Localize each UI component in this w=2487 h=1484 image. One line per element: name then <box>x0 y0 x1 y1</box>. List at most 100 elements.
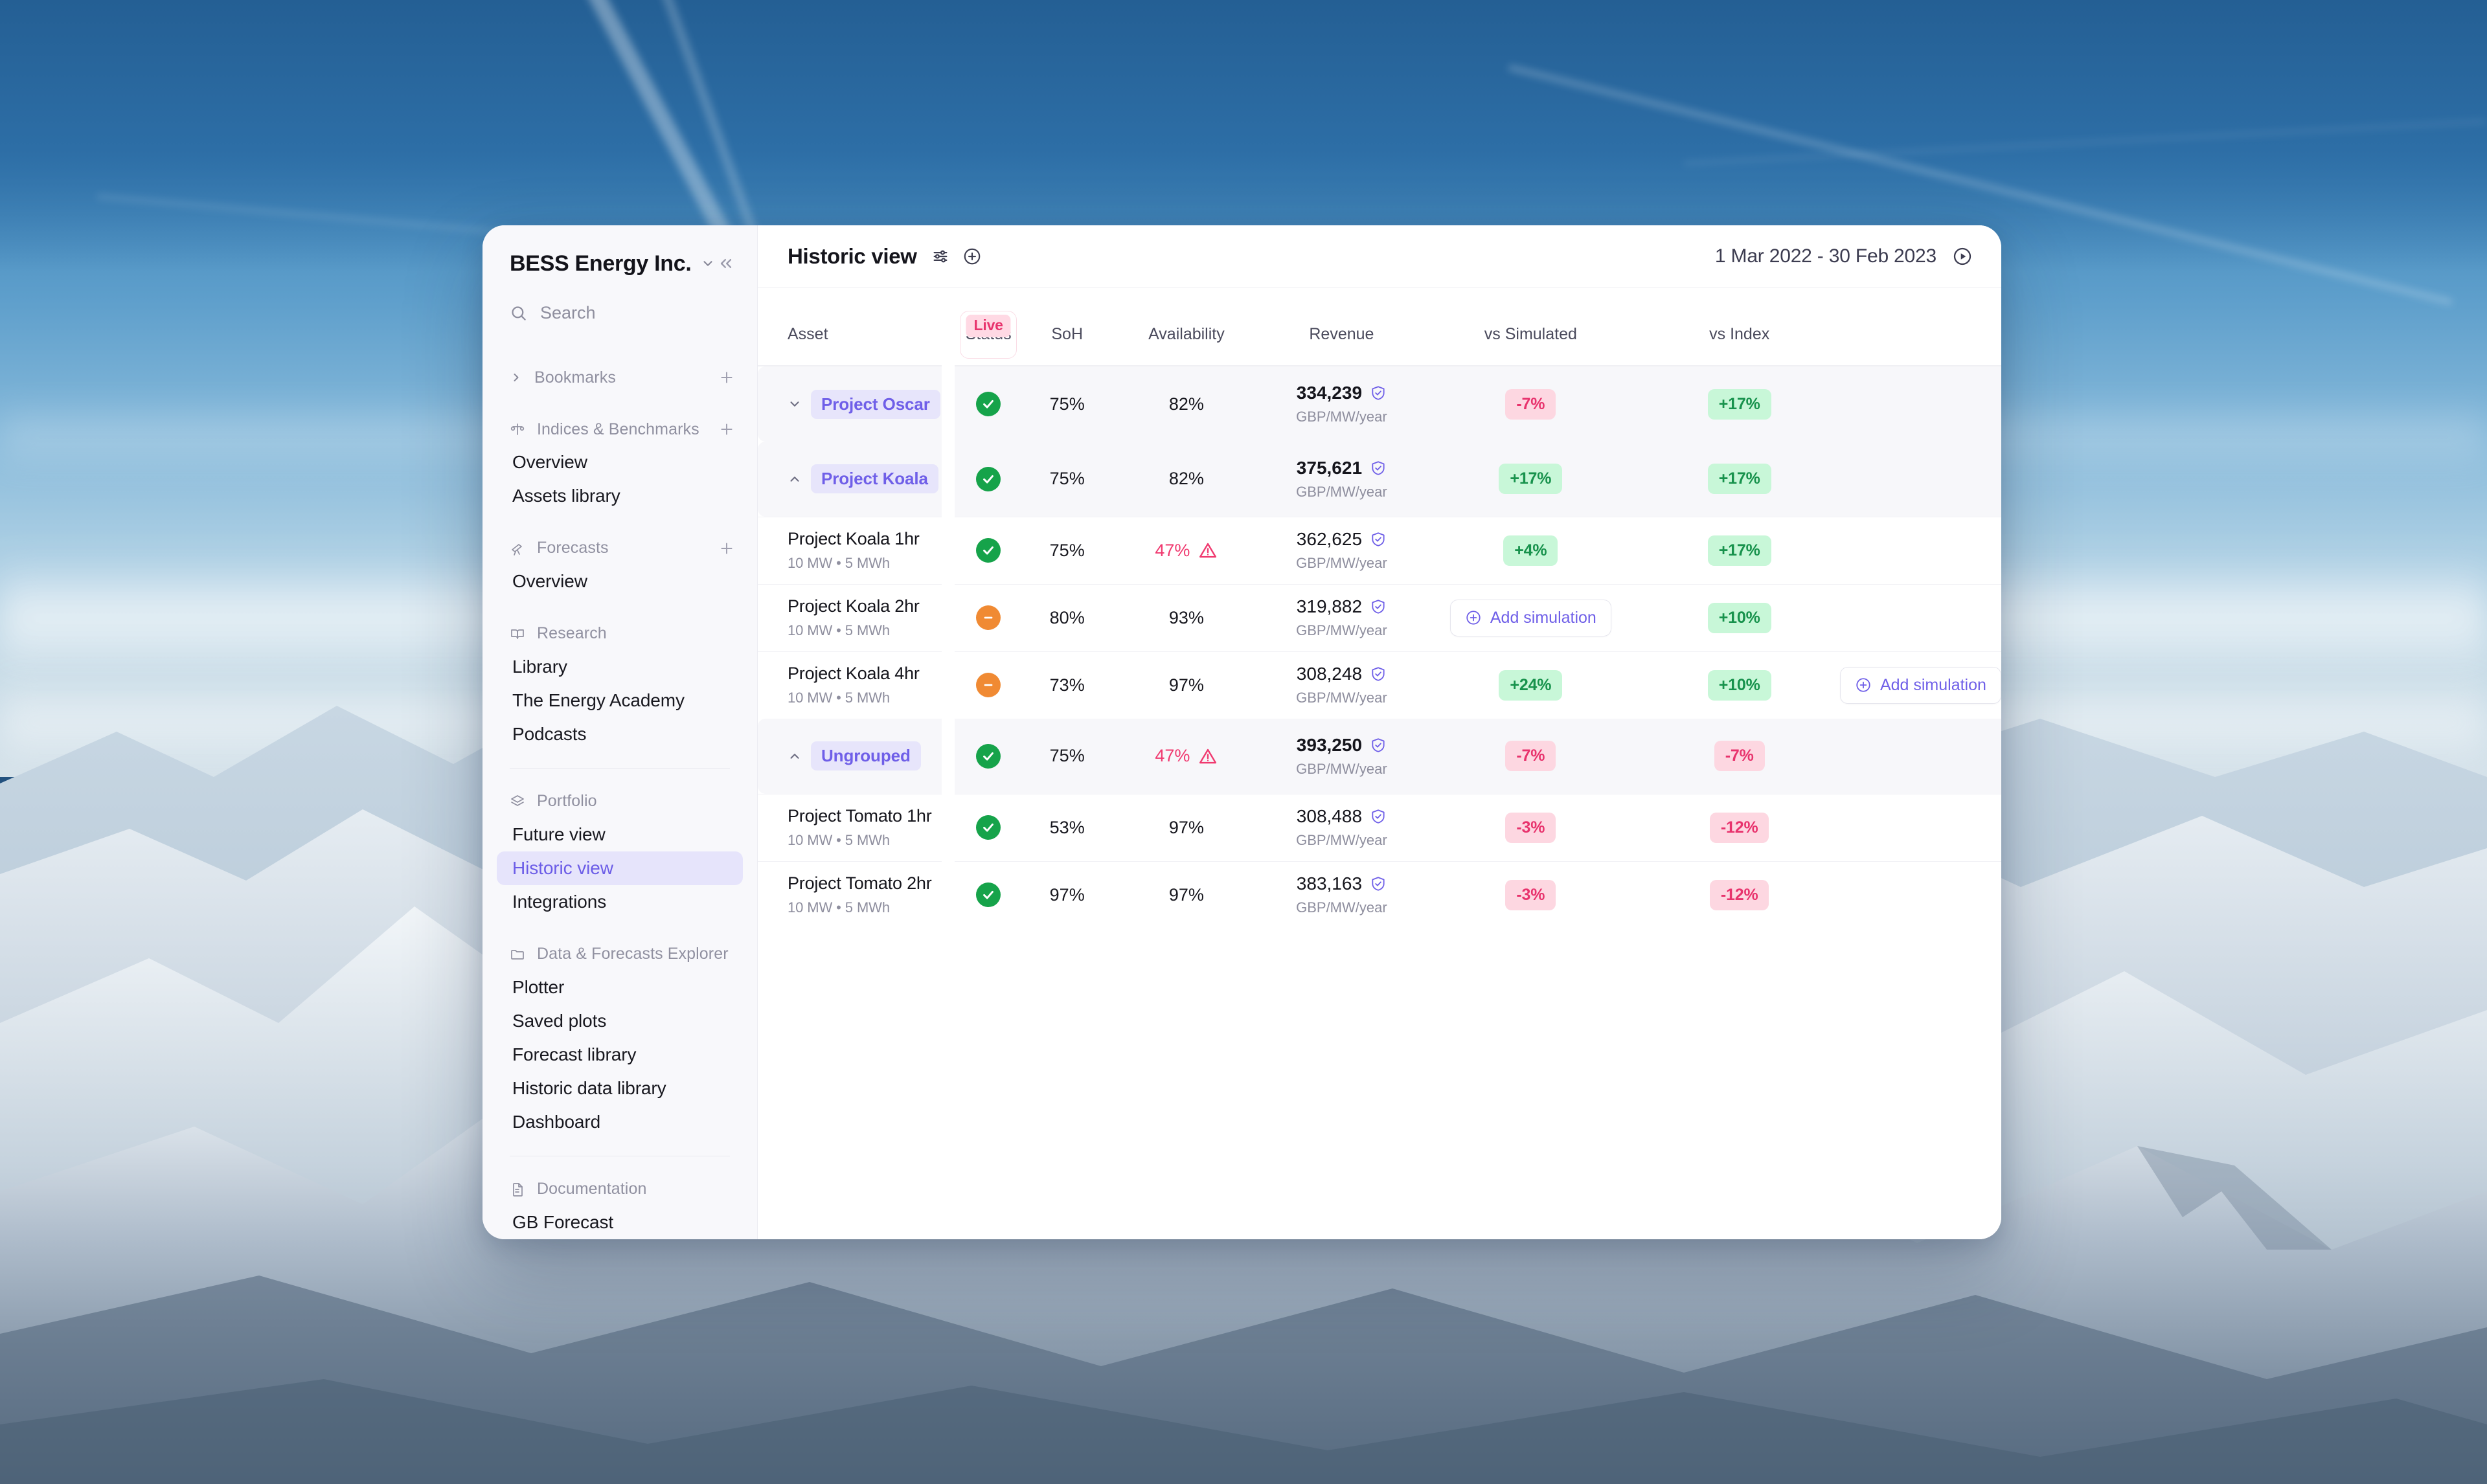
soh-cell: 53% <box>1022 793 1113 861</box>
group-name-pill[interactable]: Ungrouped <box>811 741 921 771</box>
availability-value: 93% <box>1168 607 1204 627</box>
assets-table-head: Asset Live Status SoH Availability Reven… <box>758 303 2001 366</box>
sidebar-section-label: Portfolio <box>537 792 597 811</box>
sidebar-section-bookmarks[interactable]: Bookmarks <box>483 361 757 394</box>
column-header-revenue[interactable]: Revenue <box>1261 303 1423 365</box>
plus-circle-icon[interactable] <box>962 247 982 266</box>
soh-cell: 75% <box>1022 366 1113 442</box>
sidebar-section-portfolio[interactable]: Portfolio <box>483 785 757 818</box>
sidebar-item-forecast-library[interactable]: Forecast library <box>497 1038 743 1072</box>
sidebar-item-assets-library[interactable]: Assets library <box>497 479 743 513</box>
sidebar-section-explorer[interactable]: Data & Forecasts Explorer <box>483 938 757 971</box>
column-gap <box>942 366 955 442</box>
add-bookmark-icon[interactable] <box>718 369 735 386</box>
date-range-picker[interactable]: 1 Mar 2022 - 30 Feb 2023 <box>1715 245 1973 267</box>
revenue-unit: GBP/MW/year <box>1296 760 1387 777</box>
add-forecast-icon[interactable] <box>718 540 735 557</box>
search-icon <box>510 304 527 322</box>
column-header-availability[interactable]: Availability <box>1112 303 1260 365</box>
sidebar-item-overview-forecasts[interactable]: Overview <box>497 565 743 598</box>
sidebar-item-future-view[interactable]: Future view <box>497 818 743 851</box>
sidebar-section-documentation[interactable]: Documentation <box>483 1173 757 1206</box>
column-header-vs-index[interactable]: vs Index <box>1639 303 1840 365</box>
metric-cell: -3% <box>1422 860 1639 928</box>
metric-cell: -7% <box>1422 719 1639 794</box>
sidebar-item-dashboard[interactable]: Dashboard <box>497 1105 743 1139</box>
add-simulation-button[interactable]: Add simulation <box>1839 666 2001 704</box>
status-ok-icon <box>976 815 1001 840</box>
delta-badge: +17% <box>1707 464 1771 495</box>
sidebar-item-integrations[interactable]: Integrations <box>497 885 743 919</box>
sidebar-item-overview-indices[interactable]: Overview <box>497 445 743 479</box>
sidebar: BESS Energy Inc. Search Bookmarks Indice… <box>483 225 758 1239</box>
chevron-down-icon[interactable] <box>788 397 802 411</box>
page-title: Historic view <box>788 243 917 268</box>
sidebar-item-gb-forecast[interactable]: GB Forecast <box>497 1206 743 1239</box>
org-switcher[interactable]: BESS Energy Inc. <box>483 249 757 279</box>
sidebar-item-saved-plots[interactable]: Saved plots <box>497 1004 743 1038</box>
availability-value: 82% <box>1168 394 1204 414</box>
soh-value: 97% <box>1049 884 1085 905</box>
delta-badge: -3% <box>1505 812 1556 843</box>
column-gap <box>942 861 955 928</box>
chevron-down-icon <box>701 256 715 271</box>
table-row[interactable]: Project Tomato 2hr 10 MW • 5 MWh 97% 97% 383… <box>758 860 2001 928</box>
column-gap <box>942 794 955 861</box>
table-row[interactable]: Project Koala 4hr 10 MW • 5 MWh 73% 97% 308,… <box>758 651 2001 719</box>
play-circle-icon[interactable] <box>1952 246 1973 267</box>
table-row[interactable]: Project Tomato 1hr 10 MW • 5 MWh 53% 97% 308… <box>758 793 2001 861</box>
table-row[interactable]: Project Koala 2hr 10 MW • 5 MWh 80% 93% 319,… <box>758 583 2001 651</box>
delta-badge: -7% <box>1505 388 1556 420</box>
metric-cell: -12% <box>1639 793 1840 861</box>
collapse-sidebar-icon[interactable] <box>717 254 735 273</box>
sidebar-section-forecasts[interactable]: Forecasts <box>483 532 757 565</box>
sidebar-item-the-energy-academy[interactable]: The Energy Academy <box>497 684 743 717</box>
sidebar-divider <box>510 767 730 769</box>
revenue-unit: GBP/MW/year <box>1296 409 1387 425</box>
table-row[interactable]: Project Oscar 75% 82% 334,239 GBP/MW/year -7%… <box>758 366 2001 442</box>
soh-value: 73% <box>1049 675 1085 695</box>
group-name-pill[interactable]: Project Oscar <box>811 389 940 419</box>
soh-cell: 80% <box>1022 583 1113 651</box>
plus-circle-icon <box>1855 677 1872 693</box>
sidebar-section-research[interactable]: Research <box>483 618 757 650</box>
revenue-value: 308,248 <box>1296 664 1363 684</box>
metric-cell: +17% <box>1422 442 1639 517</box>
delta-badge: +24% <box>1499 669 1563 701</box>
asset-name: Project Koala 2hr <box>788 596 920 616</box>
sidebar-section-indices[interactable]: Indices & Benchmarks <box>483 413 757 445</box>
search-input[interactable]: Search <box>483 296 757 331</box>
table-row[interactable]: Project Koala 1hr 10 MW • 5 MWh 75% 47% 362,… <box>758 516 2001 584</box>
status-cell <box>955 516 1023 584</box>
add-simulation-button[interactable]: Add simulation <box>1449 599 1611 636</box>
chevron-up-icon[interactable] <box>788 472 802 486</box>
metric-cell: +10% <box>1639 583 1840 651</box>
sidebar-item-historic-data-library[interactable]: Historic data library <box>497 1072 743 1105</box>
document-icon <box>510 1182 525 1197</box>
group-name-pill[interactable]: Project Koala <box>811 464 938 494</box>
revenue-cell: 334,239 GBP/MW/year <box>1260 366 1423 442</box>
add-index-icon[interactable] <box>718 421 735 438</box>
layers-icon <box>510 794 525 809</box>
column-header-status[interactable]: Live Status <box>955 303 1022 365</box>
assets-table-container: Asset Live Status SoH Availability Reven… <box>758 287 2001 1239</box>
sidebar-item-podcasts[interactable]: Podcasts <box>497 717 743 751</box>
sidebar-section-label: Documentation <box>537 1180 647 1198</box>
column-header-vs-simulated[interactable]: vs Simulated <box>1422 303 1639 365</box>
availability-value: 47% <box>1155 540 1190 560</box>
soh-value: 80% <box>1049 607 1085 627</box>
sidebar-item-library[interactable]: Library <box>497 650 743 684</box>
table-row[interactable]: Ungrouped 75% 47% 393,250 GBP/MW/year -7% -7% <box>758 719 2001 794</box>
chevron-up-icon[interactable] <box>788 749 802 763</box>
table-row[interactable]: Project Koala 75% 82% 375,621 GBP/MW/year +17… <box>758 442 2001 517</box>
sliders-icon[interactable] <box>931 247 949 265</box>
availability-cell: 93% <box>1112 583 1261 651</box>
asset-cell: Project Koala <box>758 442 942 517</box>
column-header-soh[interactable]: SoH <box>1022 303 1112 365</box>
availability-alert-icon <box>1198 747 1218 766</box>
column-header-asset[interactable]: Asset <box>758 303 942 365</box>
sidebar-item-historic-view[interactable]: Historic view <box>497 851 743 886</box>
column-gap <box>942 442 955 517</box>
sidebar-item-plotter[interactable]: Plotter <box>497 971 743 1004</box>
